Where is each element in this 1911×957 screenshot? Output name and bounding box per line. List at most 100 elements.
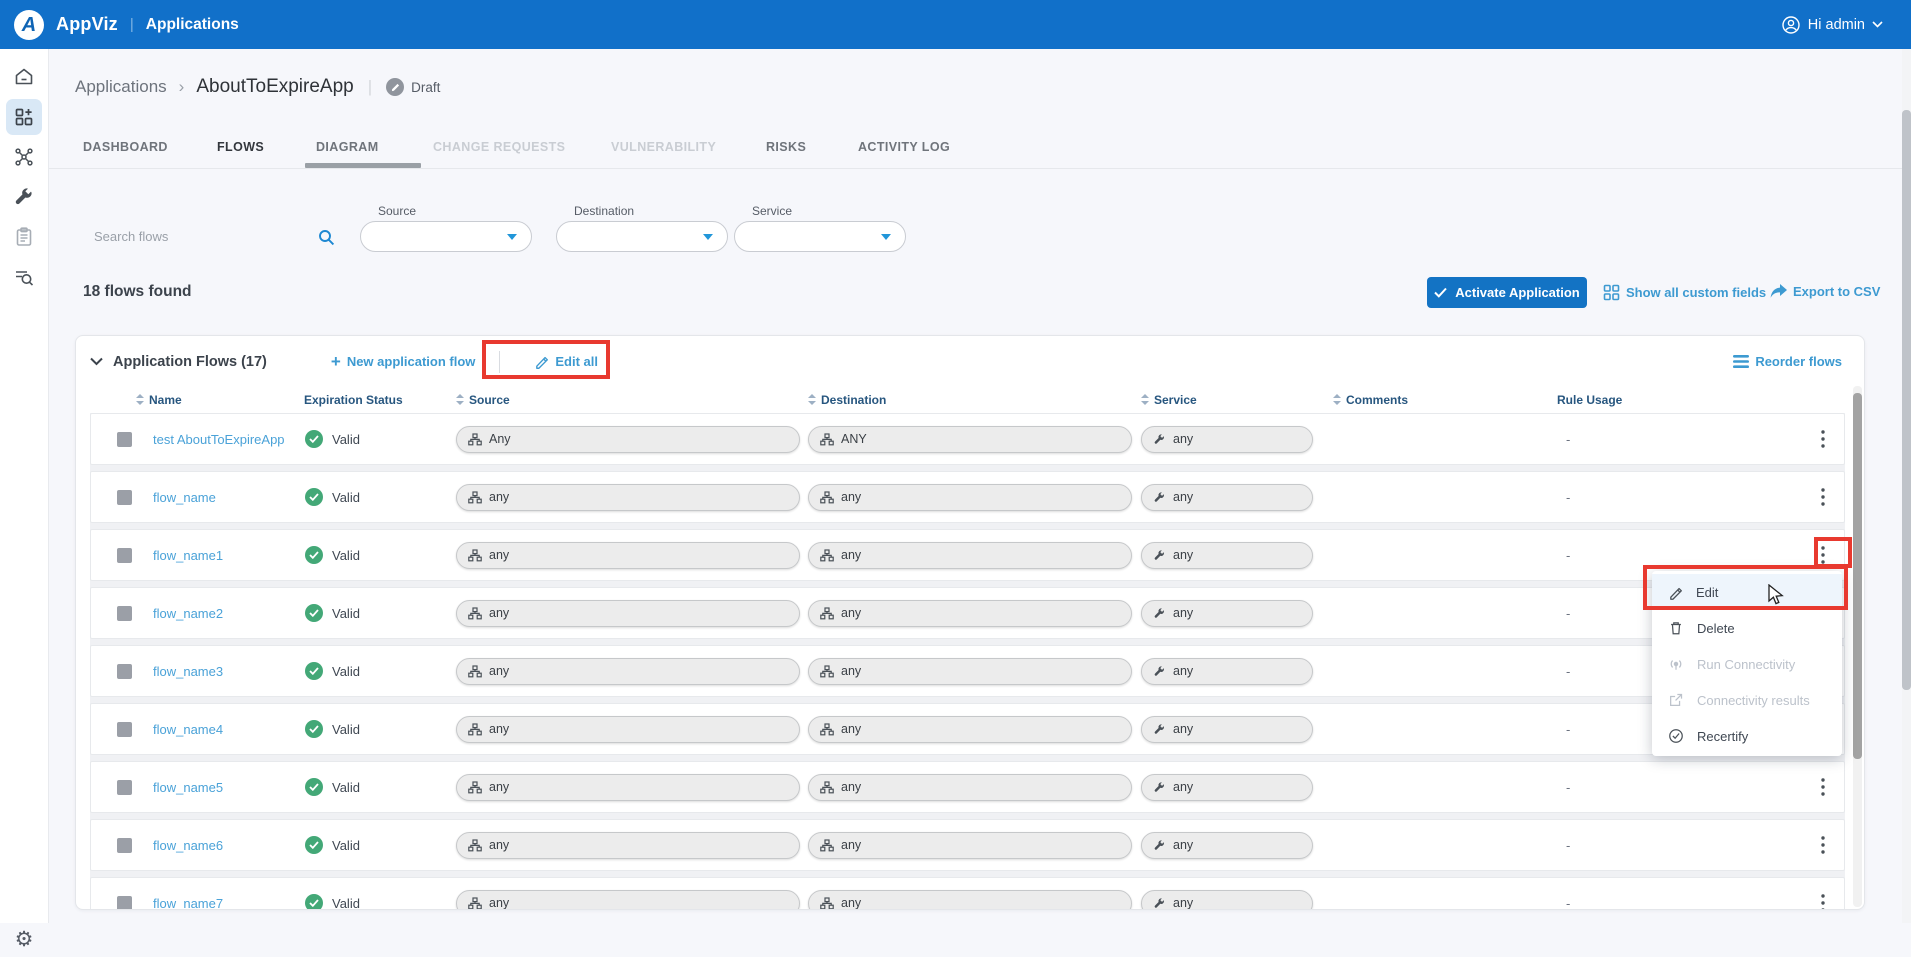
row-checkbox[interactable] <box>117 722 132 737</box>
sidebar-item-audit[interactable] <box>6 259 42 295</box>
tab-diagram[interactable]: DIAGRAM <box>316 140 379 154</box>
source-pill[interactable]: any <box>456 774 800 801</box>
tab-dashboard[interactable]: DASHBOARD <box>83 140 168 154</box>
sidebar-item-tasks[interactable] <box>6 219 42 255</box>
source-pill[interactable]: any <box>456 484 800 511</box>
row-checkbox[interactable] <box>117 664 132 679</box>
table-scrollbar-thumb[interactable] <box>1853 393 1862 759</box>
sidebar-item-home[interactable] <box>6 59 42 95</box>
export-to-csv-button[interactable]: Export to CSV <box>1770 284 1880 299</box>
destination-pill[interactable]: any <box>808 832 1132 859</box>
row-actions-kebab[interactable] <box>1814 486 1832 508</box>
service-pill[interactable]: any <box>1141 484 1313 511</box>
network-hosts-icon <box>468 781 482 794</box>
row-actions-kebab[interactable] <box>1814 428 1832 450</box>
row-actions-kebab[interactable] <box>1814 776 1832 798</box>
service-pill[interactable]: any <box>1141 716 1313 743</box>
service-filter-select[interactable] <box>734 221 906 252</box>
wrench-icon <box>1153 723 1166 736</box>
edit-all-button[interactable]: Edit all <box>524 348 608 375</box>
source-filter-select[interactable] <box>360 221 532 252</box>
sort-icon <box>1141 394 1149 405</box>
destination-pill[interactable]: ANY <box>808 426 1132 453</box>
flow-name-link[interactable]: flow_name3 <box>135 664 295 679</box>
source-pill[interactable]: Any <box>456 426 800 453</box>
row-checkbox[interactable] <box>117 606 132 621</box>
row-checkbox[interactable] <box>117 838 132 853</box>
panel-collapse-toggle[interactable]: Application Flows (17) <box>90 354 267 370</box>
tab-activity-log[interactable]: ACTIVITY LOG <box>858 140 950 154</box>
sidebar-item-settings[interactable]: ⚙ <box>6 921 42 957</box>
sidebar-item-topology[interactable] <box>6 139 42 175</box>
row-actions-kebab[interactable] <box>1814 544 1832 566</box>
destination-pill[interactable]: any <box>808 890 1132 910</box>
service-pill[interactable]: any <box>1141 600 1313 627</box>
column-header-service[interactable]: Service <box>1137 393 1329 407</box>
tab-risks[interactable]: RISKS <box>766 140 806 154</box>
breadcrumb-applications[interactable]: Applications <box>75 77 167 97</box>
destination-pill[interactable]: any <box>808 774 1132 801</box>
row-checkbox[interactable] <box>117 490 132 505</box>
column-header-source[interactable]: Source <box>452 393 804 407</box>
context-menu-item-edit[interactable]: Edit <box>1652 574 1842 610</box>
flow-name-link[interactable]: flow_name4 <box>135 722 295 737</box>
row-checkbox[interactable] <box>117 780 132 795</box>
flow-name-link[interactable]: flow_name7 <box>135 896 295 910</box>
activate-application-button[interactable]: Activate Application <box>1427 277 1587 308</box>
source-pill[interactable]: any <box>456 890 800 910</box>
column-header-name[interactable]: Name <box>134 393 294 407</box>
context-menu-item-delete[interactable]: Delete <box>1652 610 1842 646</box>
new-application-flow-button[interactable]: + New application flow <box>331 353 476 370</box>
source-pill[interactable]: any <box>456 716 800 743</box>
source-pill[interactable]: any <box>456 658 800 685</box>
row-actions-kebab[interactable] <box>1814 892 1832 909</box>
destination-filter-select[interactable] <box>556 221 728 252</box>
context-menu-item-recertify[interactable]: Recertify <box>1652 718 1842 754</box>
row-checkbox[interactable] <box>117 548 132 563</box>
service-pill[interactable]: any <box>1141 658 1313 685</box>
search-icon[interactable] <box>318 229 335 246</box>
column-header-comments[interactable]: Comments <box>1329 393 1539 407</box>
draft-pencil-icon <box>386 78 404 96</box>
show-custom-fields-button[interactable]: Show all custom fields <box>1603 284 1766 301</box>
search-input[interactable] <box>78 221 348 252</box>
flow-name-link[interactable]: flow_name2 <box>135 606 295 621</box>
expiration-status-cell: Valid <box>295 488 453 506</box>
sidebar-item-tools[interactable] <box>6 179 42 215</box>
source-pill[interactable]: any <box>456 542 800 569</box>
service-pill[interactable]: any <box>1141 426 1313 453</box>
page-scrollbar-thumb[interactable] <box>1902 110 1911 690</box>
row-checkbox[interactable] <box>117 432 132 447</box>
sidebar-item-applications[interactable] <box>6 99 42 135</box>
flow-name-link[interactable]: flow_name <box>135 490 295 505</box>
service-pill[interactable]: any <box>1141 774 1313 801</box>
expiration-status-cell: Valid <box>295 662 453 680</box>
destination-pill[interactable]: any <box>808 716 1132 743</box>
source-pill[interactable]: any <box>456 600 800 627</box>
destination-pill[interactable]: any <box>808 542 1132 569</box>
flow-name-link[interactable]: flow_name6 <box>135 838 295 853</box>
column-header-expiration-status: Expiration Status <box>294 393 452 407</box>
source-pill[interactable]: any <box>456 832 800 859</box>
network-hosts-icon <box>468 723 482 736</box>
reorder-flows-button[interactable]: Reorder flows <box>1733 354 1842 369</box>
service-pill[interactable]: any <box>1141 542 1313 569</box>
flow-name-link[interactable]: flow_name1 <box>135 548 295 563</box>
row-checkbox[interactable] <box>117 896 132 910</box>
appviz-logo-icon[interactable]: A <box>14 10 44 40</box>
flow-name-link[interactable]: test AboutToExpireApp <box>135 432 295 447</box>
row-actions-kebab[interactable] <box>1814 834 1832 856</box>
destination-pill[interactable]: any <box>808 658 1132 685</box>
network-hosts-icon <box>820 781 834 794</box>
flow-name-link[interactable]: flow_name5 <box>135 780 295 795</box>
trash-icon <box>1668 620 1684 636</box>
destination-pill[interactable]: any <box>808 484 1132 511</box>
service-pill[interactable]: any <box>1141 890 1313 910</box>
destination-pill[interactable]: any <box>808 600 1132 627</box>
user-menu[interactable]: Hi admin <box>1781 15 1883 35</box>
valid-check-icon <box>305 778 323 796</box>
context-menu-item-run-connectivity: Run Connectivity <box>1652 646 1842 682</box>
column-header-destination[interactable]: Destination <box>804 393 1137 407</box>
service-pill[interactable]: any <box>1141 832 1313 859</box>
tab-flows[interactable]: FLOWS <box>217 140 264 154</box>
